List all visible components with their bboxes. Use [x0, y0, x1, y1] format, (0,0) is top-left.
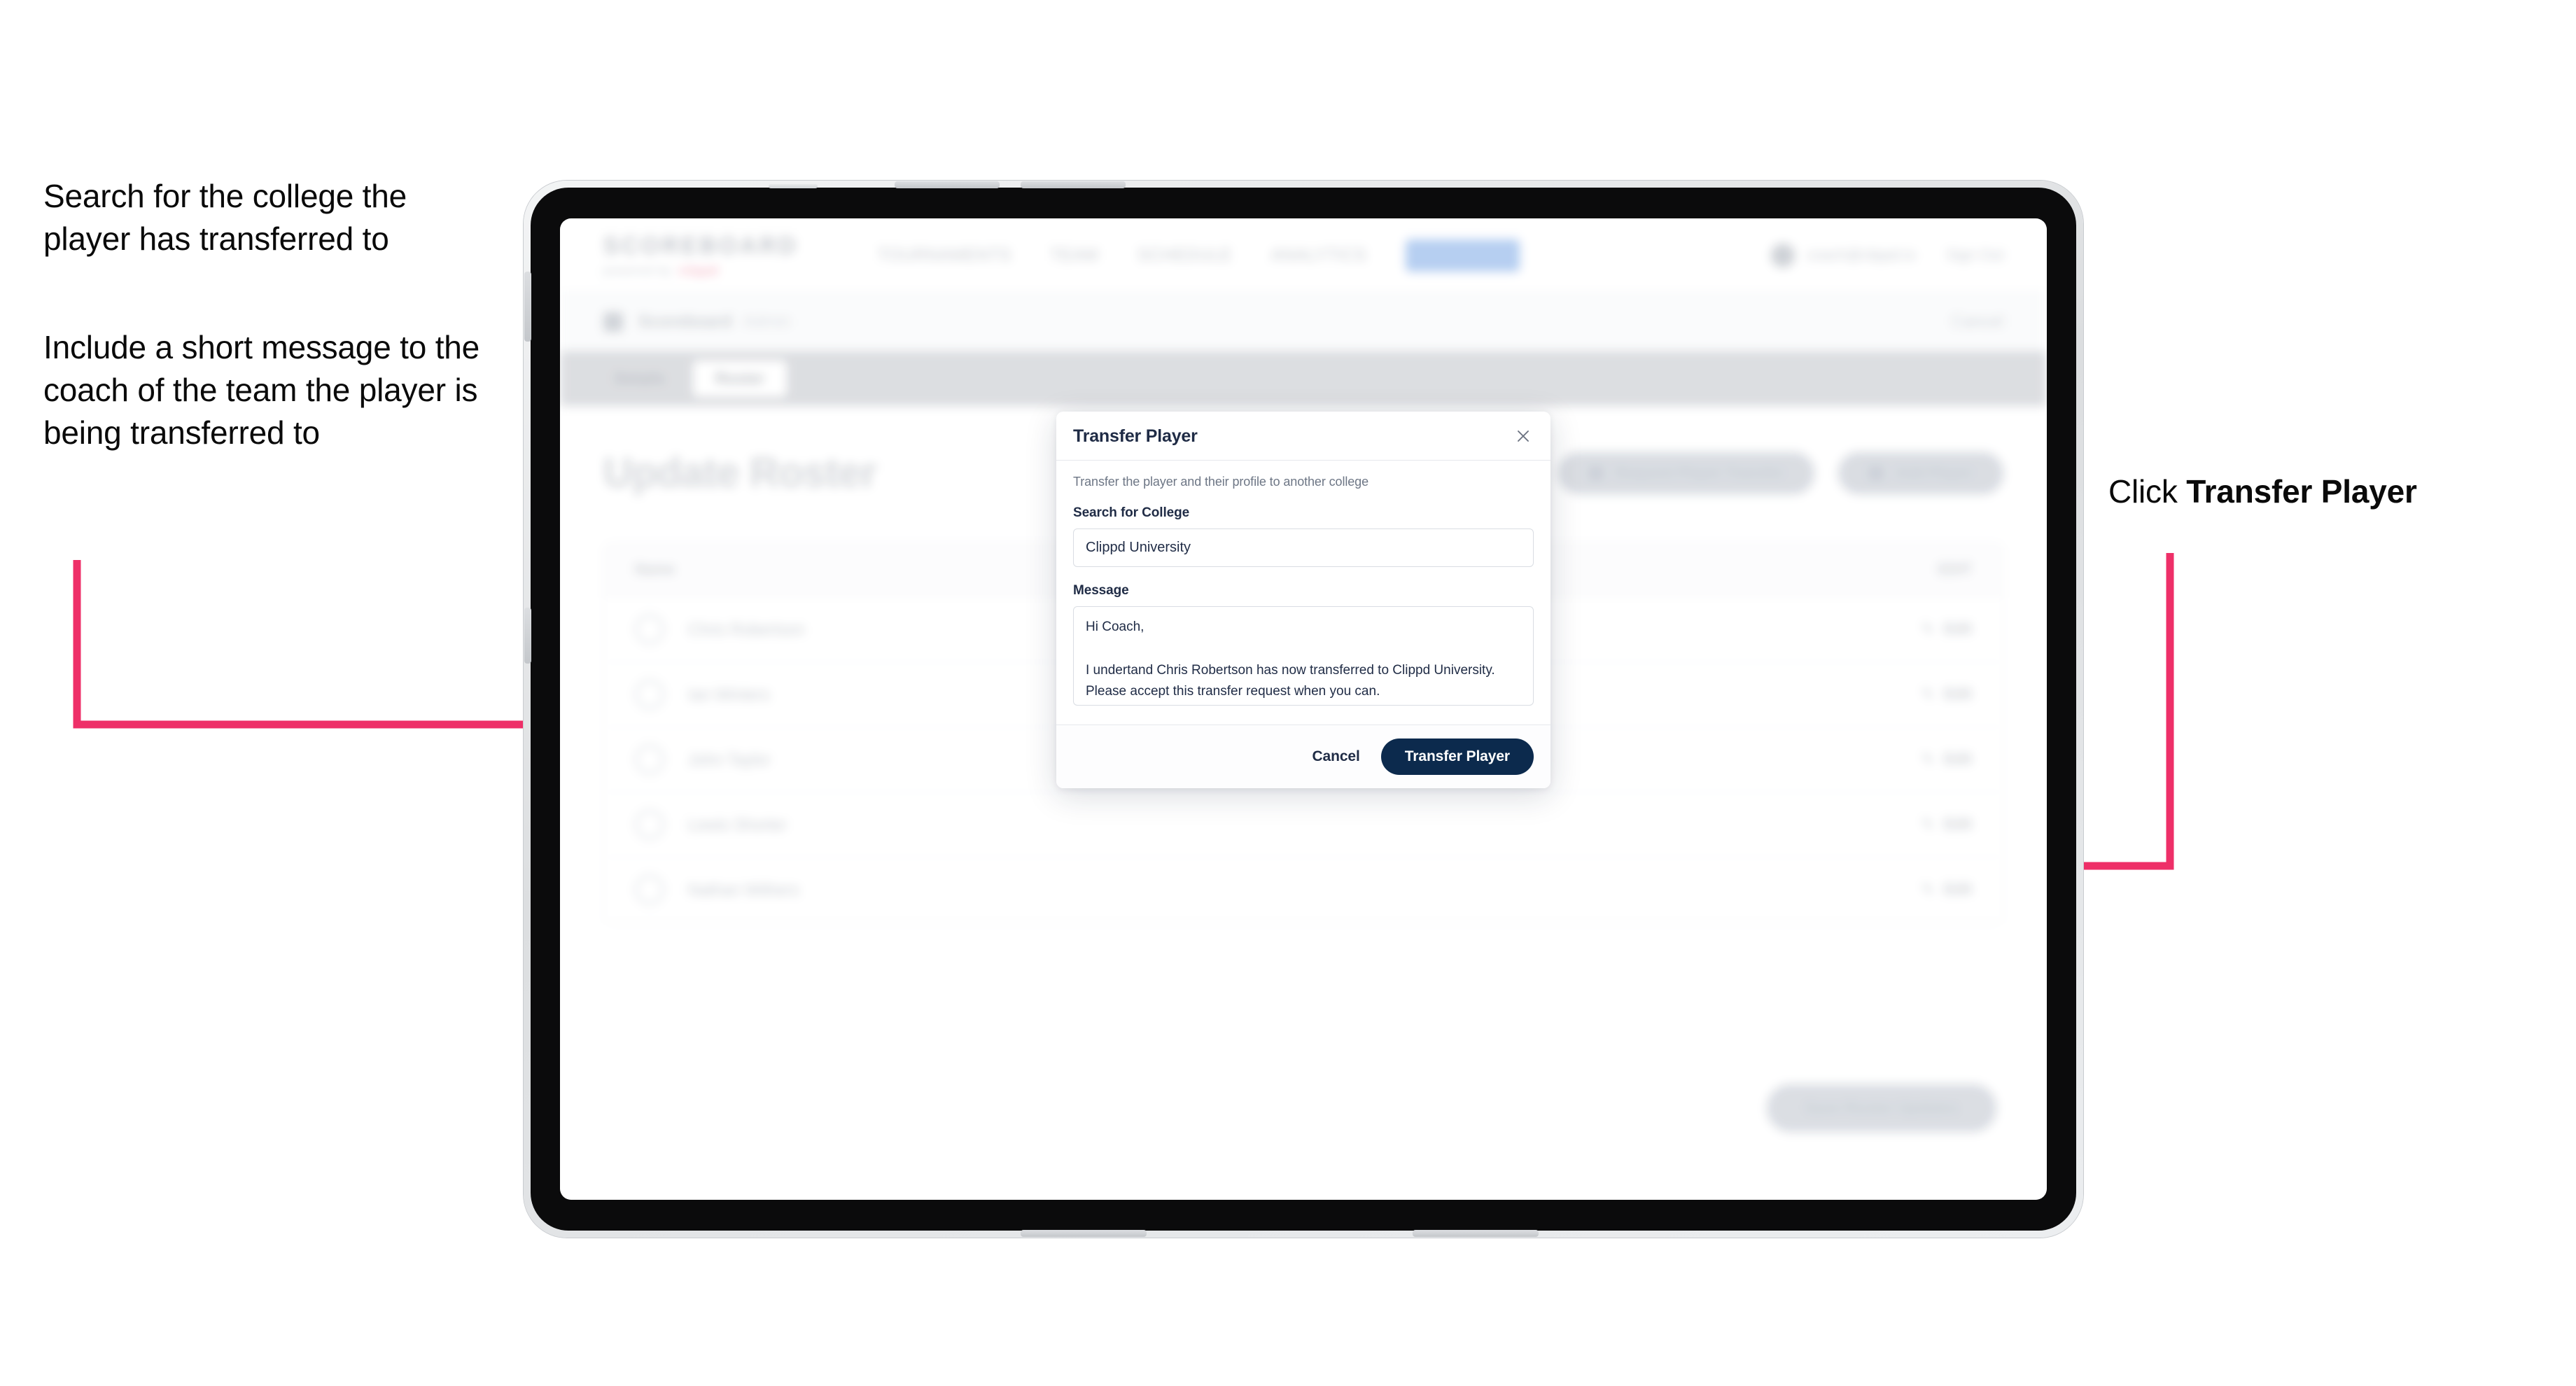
message-textarea[interactable]: Hi Coach, I undertand Chris Robertson ha…: [1073, 606, 1534, 706]
modal-overlay: Transfer Player Transfer the player and …: [560, 218, 2047, 1200]
search-college-input[interactable]: [1073, 528, 1534, 567]
tablet-device-frame: SCOREBOARD powered by clippd TOURNAMENTS…: [524, 181, 2083, 1238]
annotation-search-college: Search for the college the player has tr…: [43, 178, 407, 258]
screenshot-root: Search for the college the player has tr…: [0, 0, 2576, 1386]
tablet-connector-right: [1413, 1230, 1539, 1237]
annotation-click-prefix: Click: [2108, 473, 2187, 510]
tablet-side-button[interactable]: [524, 608, 531, 664]
cancel-button[interactable]: Cancel: [1312, 748, 1359, 765]
search-college-label: Search for College: [1073, 505, 1190, 520]
transfer-player-button[interactable]: Transfer Player: [1380, 738, 1534, 775]
message-label: Message: [1073, 583, 1129, 598]
transfer-player-modal: Transfer Player Transfer the player and …: [1056, 412, 1550, 788]
tablet-screen: SCOREBOARD powered by clippd TOURNAMENTS…: [560, 218, 2047, 1200]
modal-body: Transfer the player and their profile to…: [1056, 461, 1550, 724]
annotation-click-transfer-player: Click Transfer Player: [2108, 470, 2500, 513]
tablet-volume-up-button[interactable]: [895, 181, 1000, 188]
modal-footer: Cancel Transfer Player: [1056, 724, 1550, 788]
annotation-click-bold: Transfer Player: [2186, 473, 2417, 510]
message-field-group: Message Hi Coach, I undertand Chris Robe…: [1073, 583, 1534, 709]
tablet-camera: [769, 184, 818, 188]
tablet-power-button[interactable]: [524, 272, 531, 342]
close-icon[interactable]: [1513, 426, 1534, 447]
modal-title: Transfer Player: [1073, 426, 1198, 446]
college-field-group: Search for College: [1073, 505, 1534, 567]
modal-header: Transfer Player: [1056, 412, 1550, 461]
modal-description: Transfer the player and their profile to…: [1073, 475, 1368, 489]
tablet-volume-down-button[interactable]: [1021, 181, 1126, 188]
annotation-include-message: Include a short message to the coach of …: [43, 329, 480, 451]
tablet-bezel: SCOREBOARD powered by clippd TOURNAMENTS…: [524, 181, 2076, 1237]
tablet-connector-left: [1021, 1230, 1147, 1237]
